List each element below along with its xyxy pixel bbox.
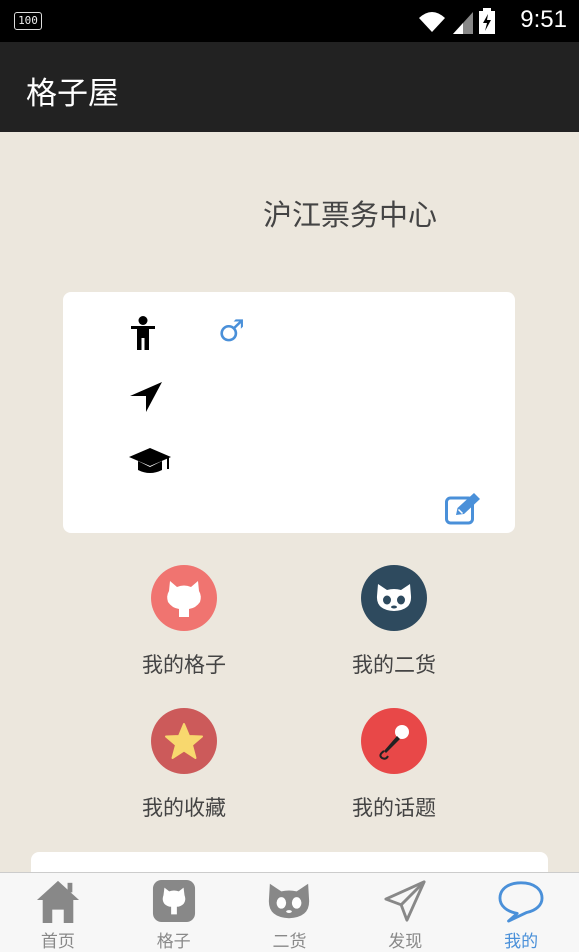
tab-home[interactable]: 首页 bbox=[0, 873, 116, 952]
tab-boxes[interactable]: 格子 bbox=[116, 873, 232, 952]
edit-icon[interactable] bbox=[444, 492, 484, 526]
tab-discover[interactable]: 发现 bbox=[347, 873, 463, 952]
signal-icon bbox=[453, 12, 473, 34]
menu-label: 我的收藏 bbox=[142, 796, 226, 820]
tab-label: 首页 bbox=[40, 932, 75, 952]
wifi-icon bbox=[419, 12, 445, 32]
menu-label: 我的二货 bbox=[352, 653, 436, 677]
username: 沪江票务中心 bbox=[262, 198, 437, 232]
tab-goods[interactable]: 二货 bbox=[232, 873, 348, 952]
tab-label: 格子 bbox=[156, 932, 191, 952]
tab-label: 发现 bbox=[388, 932, 423, 952]
status-time: 9:51 bbox=[520, 6, 567, 33]
github-cat-icon bbox=[151, 565, 217, 631]
menu-my-favorites[interactable]: 我的收藏 bbox=[109, 708, 259, 822]
menu-label: 我的格子 bbox=[142, 653, 226, 677]
person-icon bbox=[131, 316, 155, 350]
tab-label: 二货 bbox=[272, 932, 307, 952]
tab-bar: 首页 格子 二货 发现 我的 bbox=[0, 872, 579, 952]
menu-my-topics[interactable]: 我的话题 bbox=[319, 708, 469, 822]
battery-icon bbox=[479, 8, 495, 34]
location-arrow-icon bbox=[130, 382, 162, 412]
cat-face-icon bbox=[361, 565, 427, 631]
paper-plane-icon bbox=[384, 880, 426, 922]
home-icon bbox=[36, 880, 79, 923]
star-icon bbox=[151, 708, 217, 774]
cat-face-icon bbox=[269, 883, 310, 919]
app-title: 格子屋 bbox=[26, 76, 119, 112]
chat-bubble-icon bbox=[498, 881, 544, 923]
menu-label: 我的话题 bbox=[352, 796, 436, 820]
battery-level-icon: 100 bbox=[14, 12, 42, 30]
status-bar: 100 9:51 bbox=[0, 0, 579, 42]
github-icon bbox=[152, 879, 195, 923]
menu-my-goods[interactable]: 我的二货 bbox=[319, 565, 469, 679]
microphone-icon bbox=[361, 708, 427, 774]
tab-label: 我的 bbox=[504, 932, 539, 952]
status-icons bbox=[417, 8, 495, 34]
app-bar: 格子屋 bbox=[0, 42, 579, 132]
gender-male-icon: ♂ bbox=[218, 314, 245, 349]
menu-my-boxes[interactable]: 我的格子 bbox=[109, 565, 259, 679]
tab-mine[interactable]: 我的 bbox=[463, 873, 579, 952]
graduation-cap-icon bbox=[129, 448, 171, 473]
